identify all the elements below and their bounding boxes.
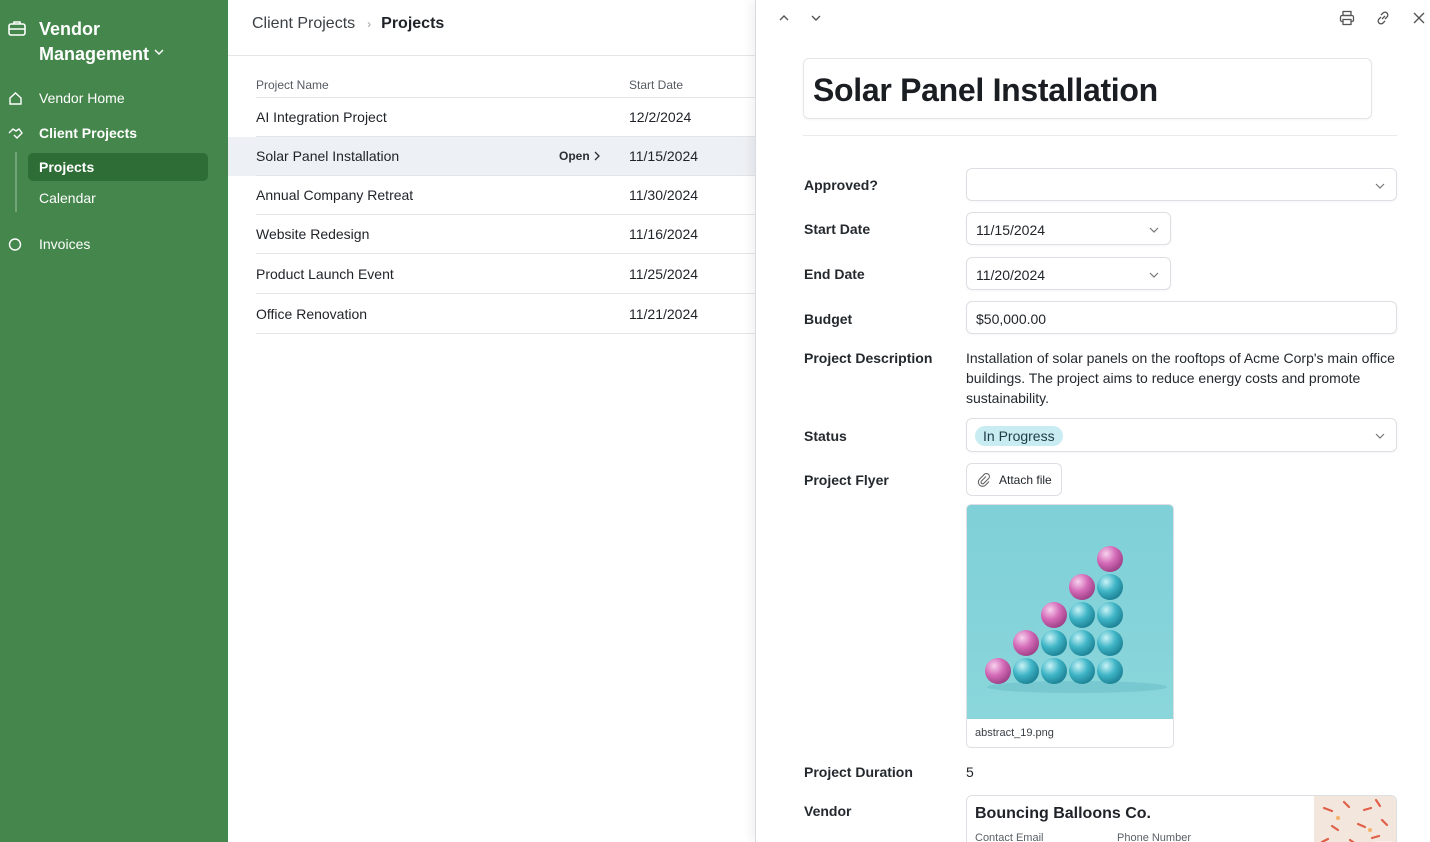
project-duration-value: 5 [966,764,974,780]
vendor-card[interactable]: Bouncing Balloons Co. Contact Email Phon… [966,795,1397,842]
sidebar-item-calendar[interactable]: Calendar [28,184,208,212]
field-label-project-flyer: Project Flyer [804,472,889,488]
project-start-date: 12/2/2024 [629,109,692,125]
record-detail-panel: Solar Panel Installation Approved? Start… [755,0,1430,842]
chevron-up-icon[interactable] [776,10,792,26]
budget-input[interactable]: $50,000.00 [966,301,1397,334]
project-start-date: 11/25/2024 [629,266,699,282]
chevron-right-icon [594,151,600,161]
app-switcher[interactable]: Vendor Management [0,16,228,68]
field-label-approved: Approved? [804,177,878,193]
field-label-vendor: Vendor [804,803,852,819]
field-label-status: Status [804,428,847,444]
open-button[interactable]: Open [559,149,600,163]
attach-file-label: Attach file [999,473,1052,487]
end-date-picker[interactable]: 11/20/2024 [966,257,1171,290]
link-icon[interactable] [1375,10,1391,26]
project-description[interactable]: Installation of solar panels on the roof… [966,348,1406,408]
project-start-date: 11/16/2024 [629,226,699,242]
chevron-right-icon: › [367,17,372,31]
table-row[interactable]: Website Redesign 11/16/2024 [228,215,755,254]
project-start-date: 11/15/2024 [629,148,699,164]
contact-email-label: Contact Email [975,832,1044,842]
chevron-down-icon [1375,433,1385,439]
app-title: Vendor Management [39,19,150,64]
end-date-value: 11/20/2024 [976,267,1046,283]
start-date-picker[interactable]: 11/15/2024 [966,212,1171,245]
project-name: Solar Panel Installation [256,148,400,164]
chevron-down-icon [1149,227,1159,233]
field-label-end-date: End Date [804,266,865,282]
status-badge: In Progress [975,426,1063,446]
record-title-field[interactable]: Solar Panel Installation [803,58,1372,119]
open-label: Open [559,149,590,163]
vendor-name: Bouncing Balloons Co. [975,805,1151,822]
table-row[interactable]: Annual Company Retreat 11/30/2024 [228,176,755,215]
budget-value: $50,000.00 [976,311,1047,327]
sidebar: Vendor Management Vendor Home Client Pro… [0,0,228,842]
paperclip-icon [977,473,990,487]
project-name: AI Integration Project [256,109,387,125]
project-name: Product Launch Event [256,266,394,282]
table-row[interactable]: Office Renovation 11/21/2024 [228,295,755,334]
sidebar-item-invoices[interactable]: Invoices [0,230,228,258]
breadcrumb: Client Projects › Projects [252,14,444,34]
project-name: Office Renovation [256,306,368,322]
project-name: Annual Company Retreat [256,187,414,203]
field-label-start-date: Start Date [804,221,871,237]
sidebar-item-label: Projects [39,159,95,175]
home-icon [9,92,22,105]
table-row[interactable]: AI Integration Project 12/2/2024 [228,98,755,137]
breadcrumb-parent[interactable]: Client Projects [252,15,355,32]
field-label-project-description: Project Description [804,350,933,366]
approved-select[interactable] [966,168,1397,201]
flyer-filename: abstract_19.png [975,727,1054,739]
table-header: Project Name Start Date [256,74,755,98]
chevron-down-icon [1375,183,1385,189]
sidebar-item-label: Calendar [39,190,96,206]
print-icon[interactable] [1339,10,1355,26]
flyer-attachment[interactable]: abstract_19.png [966,504,1174,748]
field-label-budget: Budget [804,311,853,327]
record-title: Solar Panel Installation [813,72,1158,108]
project-start-date: 11/30/2024 [629,187,699,203]
briefcase-icon [8,21,26,36]
sidebar-item-label: Vendor Home [39,90,125,106]
sidebar-item-label: Client Projects [39,125,138,141]
sidebar-item-label: Invoices [39,236,91,252]
chevron-down-icon [154,49,164,56]
project-name: Website Redesign [256,226,370,242]
sidebar-item-client-projects[interactable]: Client Projects [0,119,228,147]
table-row-selected[interactable]: Solar Panel Installation Open 11/15/2024 [228,137,755,176]
start-date-value: 11/15/2024 [976,222,1046,238]
table-row[interactable]: Product Launch Event 11/25/2024 [228,255,755,294]
vendor-image [1314,796,1396,842]
close-icon[interactable] [1411,10,1427,26]
divider [803,135,1397,136]
status-select[interactable]: In Progress [966,418,1397,452]
project-start-date: 11/21/2024 [629,306,699,322]
handshake-icon [8,128,23,139]
phone-number-label: Phone Number [1117,832,1191,842]
chevron-down-icon [1149,272,1159,278]
divider [228,55,755,56]
flyer-thumbnail [967,505,1173,719]
projects-list-pane: Client Projects › Projects Project Name St… [228,0,755,842]
attach-file-button[interactable]: Attach file [966,463,1062,496]
sidebar-item-vendor-home[interactable]: Vendor Home [0,84,228,112]
subnav-guide [15,152,17,212]
circle-icon [8,238,22,251]
column-header-name[interactable]: Project Name [256,78,329,92]
sidebar-item-projects[interactable]: Projects [28,153,208,181]
field-label-project-duration: Project Duration [804,764,913,780]
column-header-start-date[interactable]: Start Date [629,78,683,92]
chevron-down-icon[interactable] [808,10,824,26]
breadcrumb-current: Projects [381,15,445,32]
